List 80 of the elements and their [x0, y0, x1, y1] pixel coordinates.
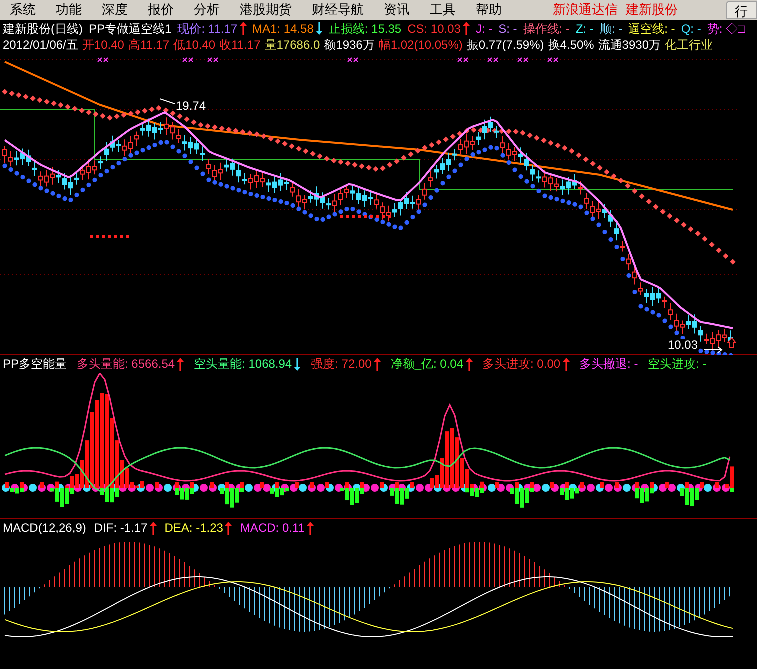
indicator-value: 建新股份(日线): [3, 20, 83, 38]
indicator-value: Z: -: [576, 20, 594, 38]
indicator-value: 多头进攻: 0.00: [482, 356, 561, 373]
indicator-value: 现价: 11.17: [178, 20, 238, 38]
quote-value: 量17686.0: [264, 37, 320, 54]
volume-bar: [665, 482, 669, 488]
tab-button[interactable]: 行: [726, 1, 757, 19]
indicator-value: 势: ◇□: [707, 20, 746, 38]
indicator-value: 逼空线: -: [628, 20, 676, 38]
cross-marker: [348, 58, 358, 62]
menu-item[interactable]: 深度: [92, 0, 138, 20]
menu-item[interactable]: 财经导航: [302, 0, 374, 20]
indicator-value: CS: 10.03: [408, 20, 461, 38]
cross-marker: [98, 58, 108, 62]
quote-value: 额1936万: [324, 37, 375, 54]
cross-marker: [488, 58, 498, 62]
cross-marker: [518, 58, 528, 62]
indicator-value: 多头撤退: -: [580, 356, 638, 373]
cross-marker: [208, 58, 218, 62]
quote-value: 化工行业: [665, 37, 713, 54]
indicator-value: 操作线: -: [523, 20, 570, 38]
volume-bar: [260, 482, 264, 488]
window-title: 建新股份: [626, 1, 678, 20]
volume-bar: [295, 482, 299, 488]
menu-item[interactable]: 系统: [0, 0, 46, 20]
indicator-value: 空头进攻: -: [648, 356, 707, 373]
indicator-value: 顺: -: [600, 20, 623, 38]
quote-value: 流通3930万: [598, 37, 661, 54]
quote-value: 幅1.02(10.05%): [378, 37, 463, 54]
indicator-value: 空头量能: 1068.94: [194, 356, 292, 373]
menu-item[interactable]: 资讯: [374, 0, 420, 20]
menu-item[interactable]: 工具: [420, 0, 466, 20]
volume-bar: [210, 482, 214, 488]
quote-value: 2012/01/06/五: [3, 37, 78, 54]
volume-bar: [40, 482, 44, 488]
price-label: 19.74: [176, 98, 206, 115]
indicator-value: DEA: -1.23: [164, 520, 224, 537]
window-title: 新浪通达信: [553, 1, 618, 20]
leader-line: [160, 98, 176, 104]
up-arrow-icon: [726, 337, 738, 348]
volume-bar: [715, 482, 719, 488]
volume-bar: [550, 482, 554, 488]
indicator-value: 止损线: 15.35: [328, 20, 402, 38]
menu-item[interactable]: 港股期货: [230, 0, 302, 20]
quote-value: 收11.17: [220, 37, 261, 54]
volume-bar: [495, 482, 499, 488]
quote-value: 高11.17: [128, 37, 170, 54]
indicator-value: MACD: 0.11: [240, 520, 305, 537]
indicator-value: DIF: -1.17: [94, 520, 148, 537]
indicator-value: PP多空能量: [3, 356, 68, 373]
indicator-value: J: -: [476, 20, 493, 38]
leader-line: [704, 346, 723, 354]
indicator-value: Q: -: [681, 20, 702, 38]
indicator-value: MACD(12,26,9): [3, 520, 86, 537]
menu-item[interactable]: 功能: [46, 0, 92, 20]
cross-marker: [182, 58, 194, 62]
volume-bar: [380, 482, 384, 488]
indicator-value: 多头量能: 6566.54: [77, 356, 176, 373]
indicator-value: 强度: 72.00: [311, 356, 372, 373]
indicator-value: S: -: [498, 20, 518, 38]
cross-marker: [548, 58, 558, 62]
quote-value: 振0.77(7.59%): [466, 37, 544, 54]
volume-bar: [325, 482, 329, 488]
cross-marker: [458, 58, 468, 62]
quote-value: 开10.40: [82, 37, 124, 54]
indicator-value: 净额_亿: 0.04: [390, 356, 464, 373]
signal-dots: [90, 235, 129, 238]
volume-bar: [615, 482, 619, 488]
indicator-value: MA1: 14.58: [252, 20, 314, 38]
volume-bar: [600, 482, 604, 488]
price-label: 10.03: [668, 339, 698, 352]
quote-value: 换4.50%: [548, 37, 594, 54]
signal-dots: [340, 215, 391, 218]
volume-bar: [155, 482, 159, 488]
indicator-value: PP专做逼空线1: [89, 20, 172, 38]
menu-item[interactable]: 报价: [138, 0, 184, 20]
quote-value: 低10.40: [174, 37, 216, 54]
volume-bar: [310, 482, 314, 488]
menu-item[interactable]: 分析: [184, 0, 230, 20]
menu-item[interactable]: 帮助: [466, 0, 512, 20]
